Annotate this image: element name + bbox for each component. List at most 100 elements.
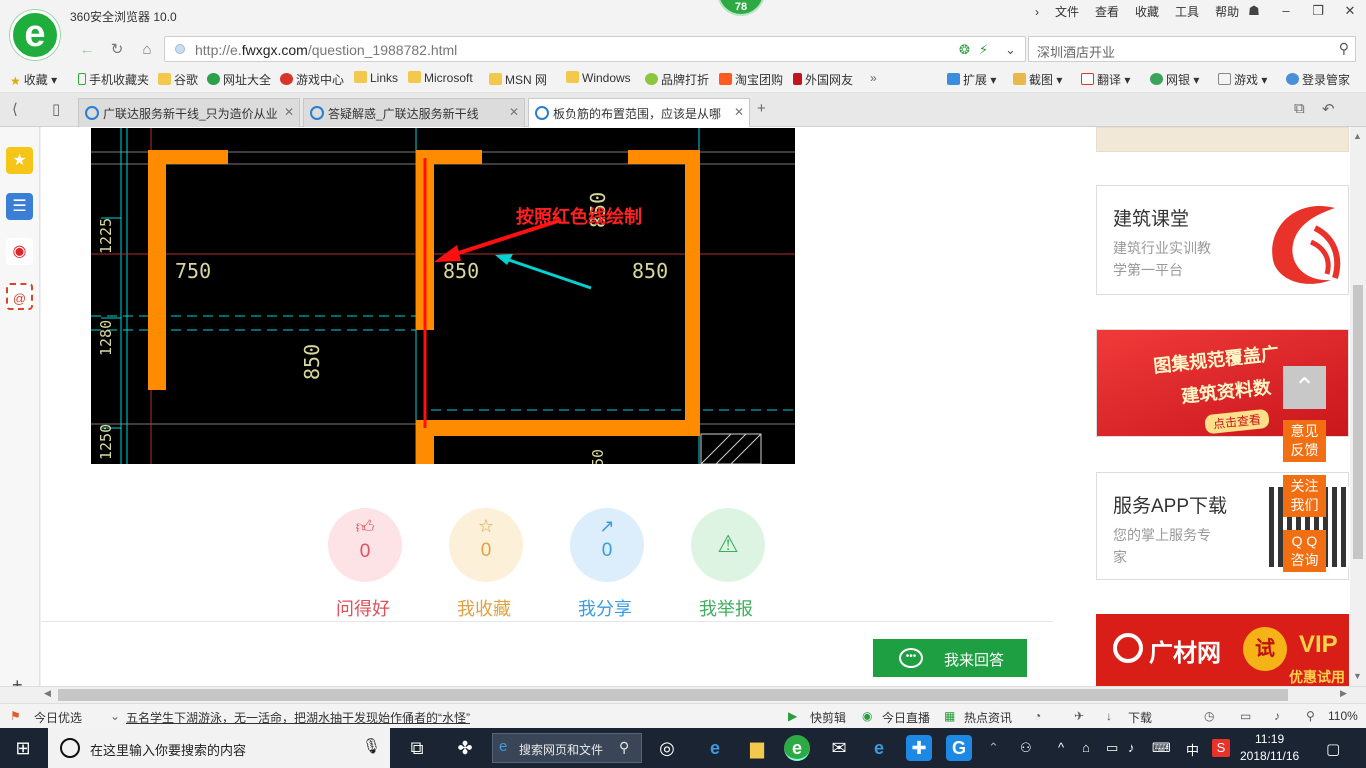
undo-close-icon[interactable]: ↶ (1322, 100, 1335, 118)
qq-consult-button[interactable]: Q Q 咨询 (1283, 530, 1326, 572)
g-app-icon[interactable]: G (946, 735, 972, 761)
windows-start-icon[interactable]: ⊞ (10, 735, 36, 761)
search-icon[interactable]: ⚲ (1339, 40, 1349, 57)
bookmark-windows[interactable]: Windows (566, 71, 631, 85)
favorites-star-icon[interactable]: ★ (6, 147, 33, 174)
scroll-thumb[interactable] (1353, 285, 1363, 559)
task-view-icon[interactable]: ⧉ (404, 735, 430, 761)
minimize-button[interactable]: – (1270, 0, 1302, 24)
ie-browser-icon[interactable]: e (702, 735, 728, 761)
back-to-top-button[interactable]: ⌃ (1283, 366, 1326, 409)
tab-2[interactable]: 答疑解惑_广联达服务新干线 ✕ (303, 98, 525, 127)
keyboard-icon[interactable]: ⌨ (1152, 740, 1171, 756)
course-card[interactable]: 建筑课堂 建筑行业实训教 学第一平台 (1096, 185, 1349, 295)
horizontal-scrollbar[interactable]: ◀ ▶ (0, 686, 1366, 703)
refresh-icon[interactable]: ↻ (104, 38, 130, 62)
bookmark-taobao[interactable]: 淘宝团购 (719, 71, 783, 88)
network-icon[interactable]: ⌂ (1082, 740, 1090, 755)
speed-icon[interactable]: ◔ (1034, 709, 1041, 723)
zoom-icon[interactable]: ⚲ (1306, 709, 1315, 723)
share-label[interactable]: 我分享 (555, 595, 655, 621)
skin-icon[interactable]: ☗ (1238, 0, 1270, 24)
bookmark-microsoft[interactable]: Microsoft (408, 71, 473, 85)
search-input[interactable]: 深圳酒店开业 (1037, 42, 1115, 61)
status-download[interactable]: 下载 (1128, 709, 1152, 726)
history-icon[interactable]: ◷ (1204, 709, 1214, 723)
clock[interactable]: 11:19 2018/11/16 (1240, 731, 1299, 765)
search-box[interactable]: 深圳酒店开业 ⚲ (1028, 36, 1356, 62)
menu-file[interactable]: 文件 (1048, 3, 1086, 20)
scroll-down-icon[interactable]: ▼ (1353, 671, 1362, 681)
tool-translate[interactable]: 翻译 ▾ (1081, 71, 1130, 88)
back-icon[interactable]: ← (74, 38, 100, 62)
dropdown-icon[interactable]: ⌄ (1005, 42, 1016, 58)
people-icon[interactable]: ⚇ (1020, 740, 1032, 756)
weibo-icon[interactable]: ◉ (6, 238, 33, 265)
tool-screenshot[interactable]: 截图 ▾ (1013, 71, 1062, 88)
mobile-icon[interactable]: ▯ (52, 100, 60, 118)
ime-indicator[interactable]: 中 (1186, 740, 1199, 759)
taskbar-web-search[interactable]: e 搜索网页和文件 ⚲ (492, 733, 642, 763)
window-icon[interactable]: ▭ (1240, 709, 1251, 723)
scroll-up-icon[interactable]: ▲ (1353, 131, 1362, 141)
volume-icon[interactable]: ♪ (1274, 709, 1280, 723)
edge-icon[interactable]: e (866, 735, 892, 761)
tool-app-icon[interactable]: ✚ (906, 735, 932, 761)
more-bookmarks-icon[interactable]: » (870, 71, 877, 85)
pin-icon[interactable]: ✈ (1074, 709, 1084, 723)
scroll-left-icon[interactable]: ◀ (44, 688, 51, 699)
menu-view[interactable]: 查看 (1088, 3, 1126, 20)
bookmark-mobile[interactable]: 手机收藏夹 (78, 71, 149, 88)
speed-icon[interactable]: ⚡ (979, 42, 988, 58)
status-quick-edit[interactable]: 快剪辑 (810, 709, 846, 726)
360-browser-icon[interactable]: e (784, 735, 810, 761)
maximize-button[interactable]: ❐ (1302, 0, 1334, 24)
reader-icon[interactable]: ☰ (6, 193, 33, 220)
status-hot-news[interactable]: 热点资讯 (964, 709, 1012, 726)
scroll-right-icon[interactable]: ▶ (1340, 688, 1347, 699)
tab-1[interactable]: 广联达服务新干线_只为造价从业 ✕ (78, 98, 300, 127)
tab-close-icon[interactable]: ✕ (509, 105, 519, 119)
tool-login-manager[interactable]: 登录管家 (1286, 71, 1350, 88)
tray-expand-icon[interactable]: ^ (1058, 740, 1064, 755)
taskbar-search[interactable]: 在这里输入你要搜索的内容 🎙︎ (48, 728, 390, 768)
mail-icon[interactable]: ✉ (826, 735, 852, 761)
bookmark-msn[interactable]: MSN 网 (489, 71, 547, 88)
security-icon[interactable]: ❂ (959, 42, 970, 58)
restore-tabs-icon[interactable]: ⧉ (1294, 100, 1305, 117)
address-bar[interactable]: http://e.fwxgx.com/question_1988782.html… (164, 36, 1026, 62)
bookmark-links[interactable]: Links (354, 71, 398, 85)
like-button[interactable]: 👍︎ 0 (328, 508, 402, 582)
like-label[interactable]: 问得好 (313, 595, 413, 621)
bookmark-foreign-friends[interactable]: 外国网友 (793, 71, 853, 88)
favorite-label[interactable]: 我收藏 (434, 595, 534, 621)
volume-tray-icon[interactable]: ♪ (1128, 740, 1135, 755)
h-scroll-thumb[interactable] (58, 689, 1288, 701)
site-info-icon[interactable] (175, 44, 185, 54)
favorite-button[interactable]: ☆ 0 (449, 508, 523, 582)
share-button[interactable]: ↗ 0 (570, 508, 644, 582)
top-banner-ad[interactable] (1096, 127, 1349, 152)
power-icon[interactable]: ▭ (1106, 740, 1118, 756)
tool-games[interactable]: 游戏 ▾ (1218, 71, 1267, 88)
sogou-icon[interactable]: S (1212, 739, 1230, 757)
gldjc-ad[interactable]: 广材网 试 VIP 优惠试用 (1096, 614, 1349, 687)
close-button[interactable]: ✕ (1334, 0, 1366, 24)
news-ticker[interactable]: 五名学生下湖游泳，无一活命，把湖水抽干发现始作俑者的“水怪” (126, 709, 470, 726)
today-picks[interactable]: 今日优选 (34, 709, 82, 726)
report-button[interactable]: ⚠ (691, 508, 765, 582)
bookmark-brand-discount[interactable]: 品牌打折 (645, 71, 709, 88)
feedback-button[interactable]: 意见 反馈 (1283, 420, 1326, 462)
scroll-icon[interactable]: ⌃ (988, 740, 999, 756)
menu-favorites[interactable]: 收藏 (1128, 3, 1166, 20)
new-tab-icon[interactable]: + (757, 100, 766, 117)
fan-app-icon[interactable]: ✤ (452, 735, 478, 761)
notification-badge[interactable]: 78 (717, 0, 765, 16)
bookmark-google[interactable]: 谷歌 (158, 71, 198, 88)
status-live[interactable]: 今日直播 (882, 709, 930, 726)
bookmark-url-daquan[interactable]: 网址大全 (207, 71, 271, 88)
follow-us-button[interactable]: 关注 我们 (1283, 475, 1326, 517)
bookmark-favorites[interactable]: ★ 收藏 ▾ (10, 71, 57, 88)
tool-extensions[interactable]: 扩展 ▾ (947, 71, 996, 88)
swirl-app-icon[interactable]: ◎ (654, 735, 680, 761)
